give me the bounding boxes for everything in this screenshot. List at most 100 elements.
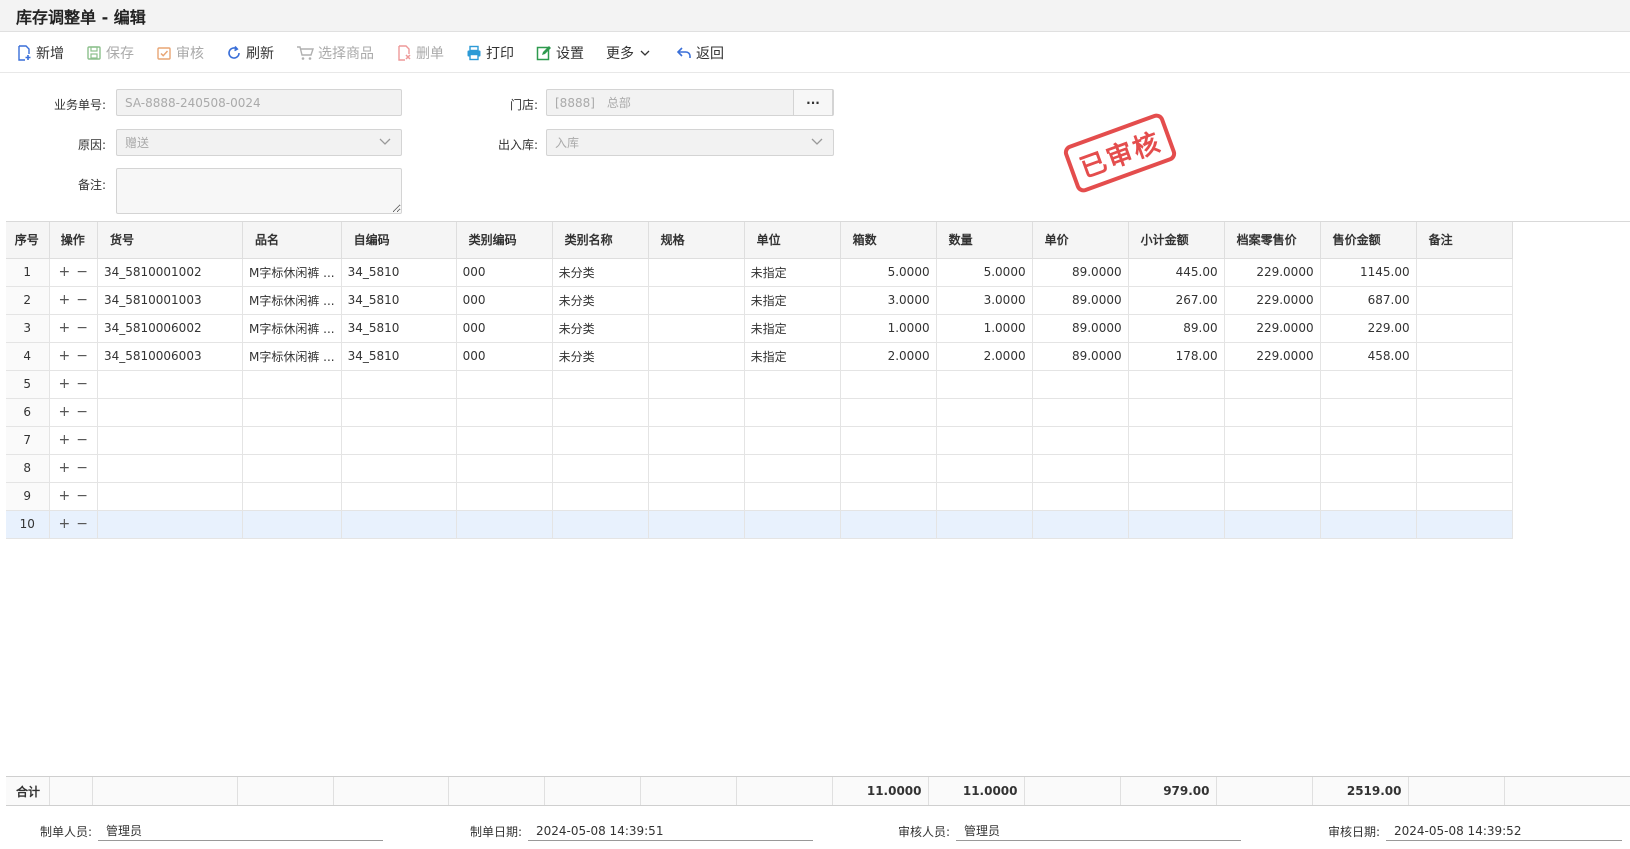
add-row-icon[interactable]: + xyxy=(59,292,71,308)
cell-remark[interactable] xyxy=(1416,482,1513,511)
column-header[interactable]: 单价 xyxy=(1032,222,1129,259)
cell-price[interactable]: 89.0000 xyxy=(1032,342,1129,371)
cell-subtotal[interactable] xyxy=(1128,482,1225,511)
cell-remark[interactable] xyxy=(1416,510,1513,539)
column-header[interactable]: 小计金额 xyxy=(1128,222,1225,259)
remove-row-icon[interactable]: − xyxy=(76,432,88,448)
cell-boxes[interactable]: 3.0000 xyxy=(840,286,937,315)
cell-cat-name[interactable]: 未分类 xyxy=(552,286,649,315)
cell-name[interactable]: M字标休闲裤 ... xyxy=(242,342,342,371)
cell-remark[interactable] xyxy=(1416,370,1513,399)
remove-row-icon[interactable]: − xyxy=(76,264,88,280)
cell-price[interactable] xyxy=(1032,454,1129,483)
cell-cat-name[interactable] xyxy=(552,482,649,511)
toolbar-button-9[interactable]: 返回 xyxy=(676,43,724,63)
remark-textarea[interactable] xyxy=(116,168,402,214)
column-header[interactable]: 类别编码 xyxy=(456,222,553,259)
column-header[interactable]: 类别名称 xyxy=(552,222,649,259)
column-header[interactable]: 箱数 xyxy=(840,222,937,259)
column-header[interactable]: 售价金额 xyxy=(1320,222,1417,259)
cell-unit[interactable] xyxy=(744,370,841,399)
remove-row-icon[interactable]: − xyxy=(76,320,88,336)
cell-unit[interactable] xyxy=(744,426,841,455)
cell-code[interactable]: 34_5810 xyxy=(341,342,457,371)
cell-name[interactable]: M字标休闲裤 ... xyxy=(242,286,342,315)
cell-cat-code[interactable] xyxy=(456,398,553,427)
cell-code[interactable] xyxy=(341,370,457,399)
cell-cat-code[interactable] xyxy=(456,510,553,539)
cell-price[interactable] xyxy=(1032,510,1129,539)
cell-spec[interactable] xyxy=(648,314,745,343)
cell-cat-code[interactable] xyxy=(456,370,553,399)
cell-subtotal[interactable] xyxy=(1128,370,1225,399)
cell-sku[interactable] xyxy=(97,454,243,483)
cell-price[interactable] xyxy=(1032,398,1129,427)
cell-qty[interactable]: 5.0000 xyxy=(936,258,1033,287)
cell-sale-amt[interactable] xyxy=(1320,482,1417,511)
table-row[interactable]: 7 + − xyxy=(6,426,1513,455)
column-header[interactable]: 品名 xyxy=(242,222,342,259)
toolbar-button-6[interactable]: 打印 xyxy=(466,43,514,63)
cell-cat-name[interactable]: 未分类 xyxy=(552,258,649,287)
cell-code[interactable] xyxy=(341,454,457,483)
cell-sale-amt[interactable] xyxy=(1320,370,1417,399)
cell-unit[interactable] xyxy=(744,454,841,483)
toolbar-button-3[interactable]: 刷新 xyxy=(226,43,274,63)
doc-no-field[interactable]: SA-8888-240508-0024 xyxy=(116,89,402,116)
cell-name[interactable] xyxy=(242,426,342,455)
cell-code[interactable]: 34_5810 xyxy=(341,314,457,343)
remove-row-icon[interactable]: − xyxy=(76,516,88,532)
cell-sale-amt[interactable] xyxy=(1320,398,1417,427)
cell-subtotal[interactable]: 445.00 xyxy=(1128,258,1225,287)
column-header[interactable]: 备注 xyxy=(1416,222,1513,259)
column-header[interactable]: 规格 xyxy=(648,222,745,259)
cell-code[interactable] xyxy=(341,426,457,455)
cell-unit[interactable]: 未指定 xyxy=(744,258,841,287)
add-row-icon[interactable]: + xyxy=(59,348,71,364)
cell-retail[interactable] xyxy=(1224,510,1321,539)
cell-cat-code[interactable] xyxy=(456,482,553,511)
cell-sku[interactable] xyxy=(97,482,243,511)
cell-cat-name[interactable] xyxy=(552,398,649,427)
toolbar-button-7[interactable]: 设置 xyxy=(536,43,584,63)
cell-cat-code[interactable] xyxy=(456,454,553,483)
column-header[interactable]: 自编码 xyxy=(341,222,457,259)
table-row[interactable]: 8 + − xyxy=(6,454,1513,483)
add-row-icon[interactable]: + xyxy=(59,264,71,280)
table-row[interactable]: 6 + − xyxy=(6,398,1513,427)
cell-subtotal[interactable]: 89.00 xyxy=(1128,314,1225,343)
toolbar-button-1[interactable]: 保存 xyxy=(86,43,134,63)
store-picker-button[interactable]: ··· xyxy=(793,89,833,116)
cell-code[interactable] xyxy=(341,398,457,427)
add-row-icon[interactable]: + xyxy=(59,404,71,420)
cell-sale-amt[interactable] xyxy=(1320,454,1417,483)
cell-price[interactable] xyxy=(1032,426,1129,455)
add-row-icon[interactable]: + xyxy=(59,488,71,504)
cell-cat-name[interactable] xyxy=(552,454,649,483)
cell-retail[interactable]: 229.0000 xyxy=(1224,258,1321,287)
column-header[interactable]: 序号 xyxy=(6,222,50,259)
cell-sku[interactable]: 34_5810001002 xyxy=(97,258,243,287)
cell-spec[interactable] xyxy=(648,370,745,399)
remove-row-icon[interactable]: − xyxy=(76,488,88,504)
cell-remark[interactable] xyxy=(1416,258,1513,287)
cell-code[interactable] xyxy=(341,510,457,539)
toolbar-button-2[interactable]: 审核 xyxy=(156,43,204,63)
cell-boxes[interactable] xyxy=(840,426,937,455)
table-row[interactable]: 1 + −34_5810001002 M字标休闲裤 ... 34_5810 000 未分类未… xyxy=(6,258,1513,287)
cell-qty[interactable] xyxy=(936,454,1033,483)
cell-cat-name[interactable] xyxy=(552,510,649,539)
cell-price[interactable]: 89.0000 xyxy=(1032,286,1129,315)
cell-qty[interactable] xyxy=(936,398,1033,427)
cell-spec[interactable] xyxy=(648,258,745,287)
cell-remark[interactable] xyxy=(1416,314,1513,343)
cell-spec[interactable] xyxy=(648,510,745,539)
add-row-icon[interactable]: + xyxy=(59,376,71,392)
cell-price[interactable] xyxy=(1032,482,1129,511)
add-row-icon[interactable]: + xyxy=(59,516,71,532)
cell-retail[interactable]: 229.0000 xyxy=(1224,286,1321,315)
cell-sku[interactable] xyxy=(97,426,243,455)
toolbar-button-8[interactable]: 更多 xyxy=(606,43,654,63)
cell-sku[interactable]: 34_5810006003 xyxy=(97,342,243,371)
cell-spec[interactable] xyxy=(648,482,745,511)
